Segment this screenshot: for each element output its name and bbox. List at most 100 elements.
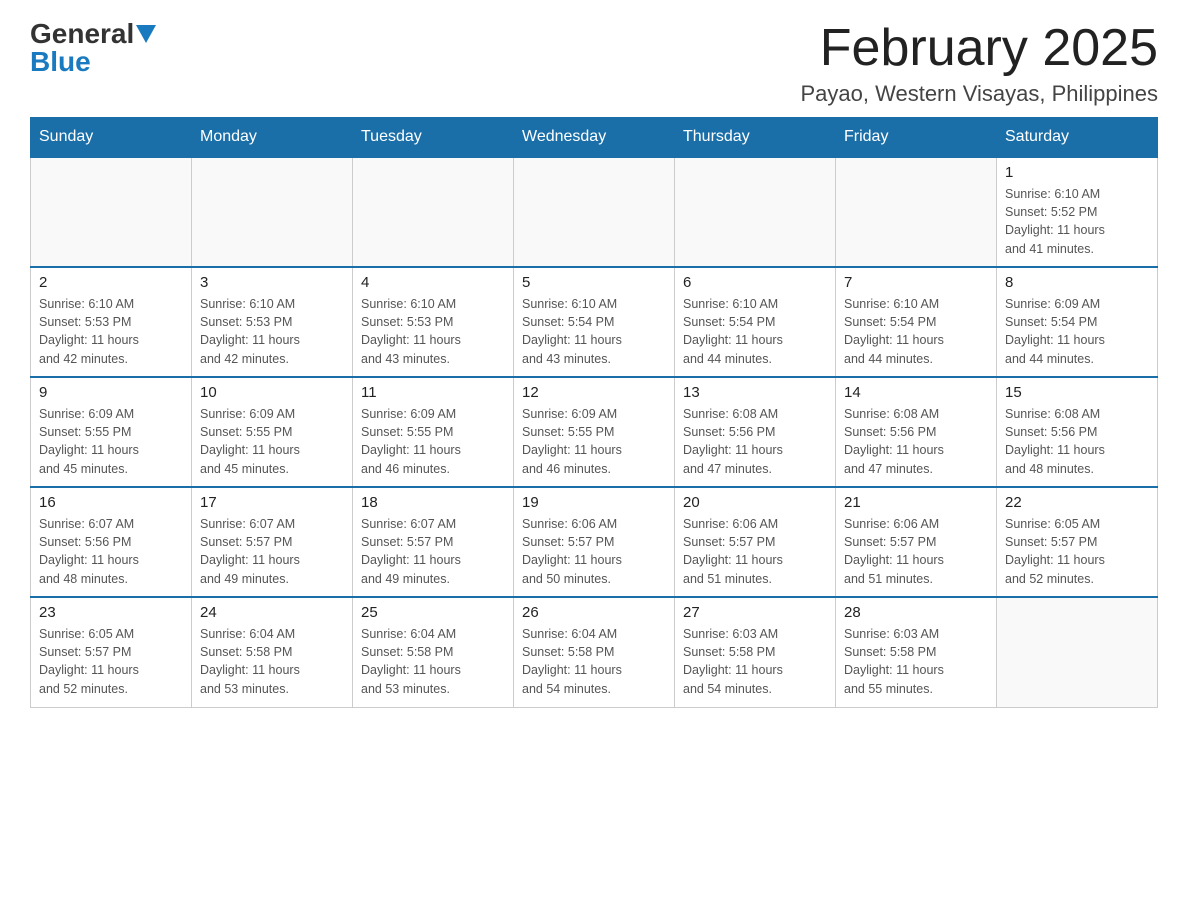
weekday-header-monday: Monday [192, 118, 353, 158]
day-info: Sunrise: 6:03 AM Sunset: 5:58 PM Dayligh… [844, 625, 988, 698]
calendar-cell: 15 Sunrise: 6:08 AM Sunset: 5:56 PM Dayli… [997, 377, 1158, 487]
day-info: Sunrise: 6:09 AM Sunset: 5:55 PM Dayligh… [361, 405, 505, 478]
calendar-cell: 7 Sunrise: 6:10 AM Sunset: 5:54 PM Daylig… [836, 267, 997, 377]
calendar-cell: 10Sunrise: 6:09 AM Sunset: 5:55 PM Dayli… [192, 377, 353, 487]
day-number: 2 [39, 274, 183, 291]
day-number: 13 [683, 384, 827, 401]
day-number: 8 [1005, 274, 1149, 291]
day-number: 22 [1005, 494, 1149, 511]
day-info: Sunrise: 6:08 AM Sunset: 5:56 PM Dayligh… [844, 405, 988, 478]
calendar-cell: 18 Sunrise: 6:07 AM Sunset: 5:57 PM Dayli… [353, 487, 514, 597]
calendar-cell: 25 Sunrise: 6:04 AM Sunset: 5:58 PM Dayli… [353, 597, 514, 707]
calendar-table: SundayMondayTuesdayWednesdayThursdayFrid… [30, 117, 1158, 708]
day-info: Sunrise: 6:10 AM Sunset: 5:53 PM Dayligh… [361, 295, 505, 368]
calendar-cell: 20 Sunrise: 6:06 AM Sunset: 5:57 PM Dayli… [675, 487, 836, 597]
calendar-cell: 23 Sunrise: 6:05 AM Sunset: 5:57 PM Dayli… [31, 597, 192, 707]
day-number: 5 [522, 274, 666, 291]
day-number: 28 [844, 604, 988, 621]
calendar-cell: 22 Sunrise: 6:05 AM Sunset: 5:57 PM Dayli… [997, 487, 1158, 597]
month-title: February 2025 [801, 20, 1159, 77]
calendar-cell: 8 Sunrise: 6:09 AM Sunset: 5:54 PM Daylig… [997, 267, 1158, 377]
weekday-header-sunday: Sunday [31, 118, 192, 158]
day-number: 25 [361, 604, 505, 621]
day-info: Sunrise: 6:03 AM Sunset: 5:58 PM Dayligh… [683, 625, 827, 698]
calendar-cell: 2 Sunrise: 6:10 AM Sunset: 5:53 PM Daylig… [31, 267, 192, 377]
day-number: 11 [361, 384, 505, 401]
calendar-cell: 1 Sunrise: 6:10 AM Sunset: 5:52 PM Daylig… [997, 157, 1158, 267]
weekday-header-saturday: Saturday [997, 118, 1158, 158]
day-info: Sunrise: 6:09 AM Sunset: 5:54 PM Dayligh… [1005, 295, 1149, 368]
day-number: 1 [1005, 164, 1149, 181]
day-info: Sunrise: 6:10 AM Sunset: 5:53 PM Dayligh… [39, 295, 183, 368]
logo-blue-text: Blue [30, 48, 91, 76]
calendar-cell: 19 Sunrise: 6:06 AM Sunset: 5:57 PM Dayli… [514, 487, 675, 597]
day-number: 10 [200, 384, 344, 401]
weekday-header-thursday: Thursday [675, 118, 836, 158]
calendar-cell [31, 157, 192, 267]
calendar-cell: 13 Sunrise: 6:08 AM Sunset: 5:56 PM Dayli… [675, 377, 836, 487]
calendar-cell [836, 157, 997, 267]
day-info: Sunrise: 6:09 AM Sunset: 5:55 PM Dayligh… [522, 405, 666, 478]
day-info: Sunrise: 6:10 AM Sunset: 5:53 PM Dayligh… [200, 295, 344, 368]
day-number: 19 [522, 494, 666, 511]
calendar-cell: 6 Sunrise: 6:10 AM Sunset: 5:54 PM Daylig… [675, 267, 836, 377]
calendar-cell [192, 157, 353, 267]
calendar-cell: 12 Sunrise: 6:09 AM Sunset: 5:55 PM Dayli… [514, 377, 675, 487]
day-info: Sunrise: 6:08 AM Sunset: 5:56 PM Dayligh… [1005, 405, 1149, 478]
title-block: February 2025 Payao, Western Visayas, Ph… [801, 20, 1159, 107]
day-info: Sunrise: 6:06 AM Sunset: 5:57 PM Dayligh… [522, 515, 666, 588]
day-number: 12 [522, 384, 666, 401]
calendar-cell: 9 Sunrise: 6:09 AM Sunset: 5:55 PM Daylig… [31, 377, 192, 487]
day-info: Sunrise: 6:07 AM Sunset: 5:57 PM Dayligh… [361, 515, 505, 588]
day-number: 23 [39, 604, 183, 621]
logo: General Blue [30, 20, 156, 76]
day-info: Sunrise: 6:09 AM Sunset: 5:55 PM Dayligh… [39, 405, 183, 478]
day-number: 18 [361, 494, 505, 511]
day-info: Sunrise: 6:07 AM Sunset: 5:56 PM Dayligh… [39, 515, 183, 588]
day-info: Sunrise: 6:04 AM Sunset: 5:58 PM Dayligh… [522, 625, 666, 698]
day-number: 7 [844, 274, 988, 291]
day-info: Sunrise: 6:06 AM Sunset: 5:57 PM Dayligh… [844, 515, 988, 588]
day-number: 17 [200, 494, 344, 511]
calendar-cell: 24Sunrise: 6:04 AM Sunset: 5:58 PM Dayli… [192, 597, 353, 707]
logo-triangle-icon [136, 25, 156, 43]
day-info: Sunrise: 6:10 AM Sunset: 5:54 PM Dayligh… [844, 295, 988, 368]
calendar-cell: 27 Sunrise: 6:03 AM Sunset: 5:58 PM Dayli… [675, 597, 836, 707]
day-info: Sunrise: 6:04 AM Sunset: 5:58 PM Dayligh… [361, 625, 505, 698]
calendar-cell [675, 157, 836, 267]
day-number: 15 [1005, 384, 1149, 401]
calendar-cell: 16 Sunrise: 6:07 AM Sunset: 5:56 PM Dayli… [31, 487, 192, 597]
calendar-cell [514, 157, 675, 267]
calendar-cell [997, 597, 1158, 707]
day-info: Sunrise: 6:07 AM Sunset: 5:57 PM Dayligh… [200, 515, 344, 588]
day-info: Sunrise: 6:05 AM Sunset: 5:57 PM Dayligh… [39, 625, 183, 698]
day-number: 3 [200, 274, 344, 291]
day-number: 16 [39, 494, 183, 511]
day-info: Sunrise: 6:06 AM Sunset: 5:57 PM Dayligh… [683, 515, 827, 588]
day-info: Sunrise: 6:08 AM Sunset: 5:56 PM Dayligh… [683, 405, 827, 478]
day-number: 14 [844, 384, 988, 401]
weekday-header-friday: Friday [836, 118, 997, 158]
day-info: Sunrise: 6:05 AM Sunset: 5:57 PM Dayligh… [1005, 515, 1149, 588]
day-number: 26 [522, 604, 666, 621]
location-title: Payao, Western Visayas, Philippines [801, 81, 1159, 107]
day-info: Sunrise: 6:10 AM Sunset: 5:52 PM Dayligh… [1005, 185, 1149, 258]
day-number: 21 [844, 494, 988, 511]
calendar-cell: 3 Sunrise: 6:10 AM Sunset: 5:53 PM Daylig… [192, 267, 353, 377]
day-number: 20 [683, 494, 827, 511]
calendar-cell: 28 Sunrise: 6:03 AM Sunset: 5:58 PM Dayli… [836, 597, 997, 707]
day-number: 27 [683, 604, 827, 621]
day-number: 6 [683, 274, 827, 291]
calendar-cell [353, 157, 514, 267]
day-number: 9 [39, 384, 183, 401]
calendar-cell: 26 Sunrise: 6:04 AM Sunset: 5:58 PM Dayli… [514, 597, 675, 707]
day-number: 24 [200, 604, 344, 621]
day-info: Sunrise: 6:10 AM Sunset: 5:54 PM Dayligh… [683, 295, 827, 368]
calendar-cell: 21 Sunrise: 6:06 AM Sunset: 5:57 PM Dayli… [836, 487, 997, 597]
calendar-cell: 4 Sunrise: 6:10 AM Sunset: 5:53 PM Daylig… [353, 267, 514, 377]
weekday-header-tuesday: Tuesday [353, 118, 514, 158]
page-header: General Blue February 2025 Payao, Wester… [30, 20, 1158, 107]
day-number: 4 [361, 274, 505, 291]
calendar-cell: 5Sunrise: 6:10 AM Sunset: 5:54 PM Daylig… [514, 267, 675, 377]
calendar-cell: 17 Sunrise: 6:07 AM Sunset: 5:57 PM Dayli… [192, 487, 353, 597]
